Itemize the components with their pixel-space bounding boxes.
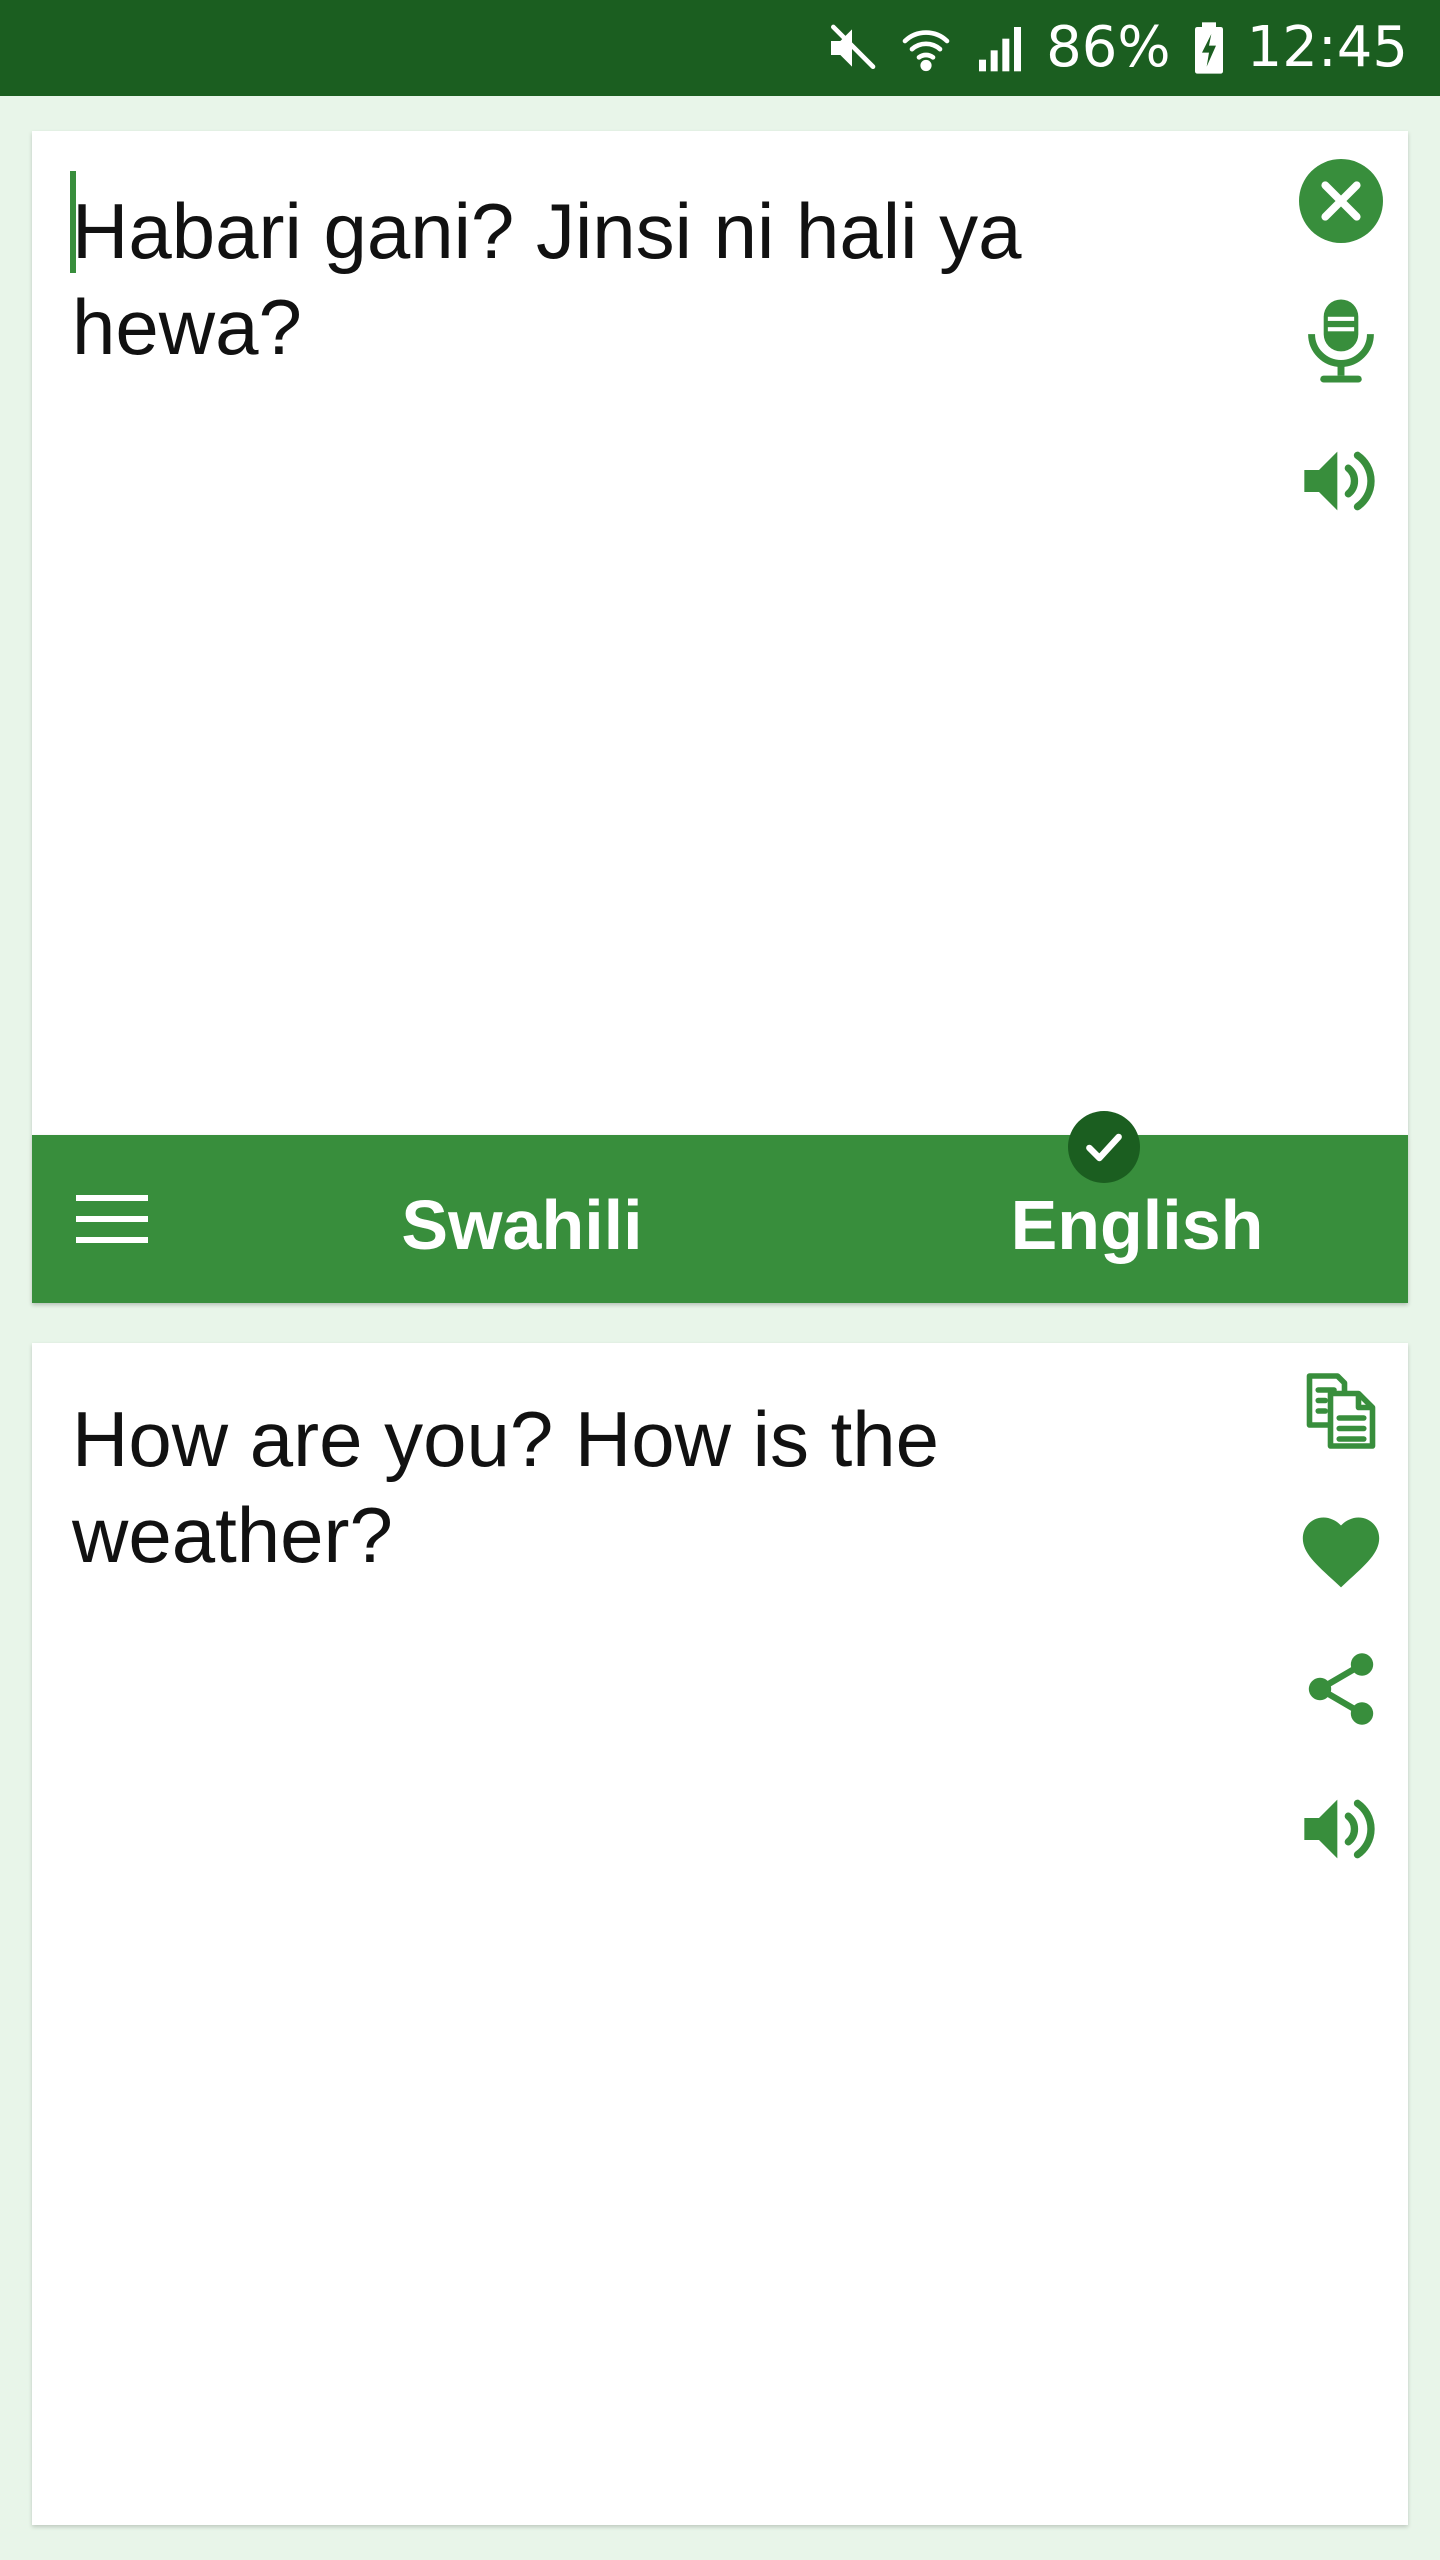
check-icon [1068, 1111, 1140, 1183]
translation-card: How are you? How is the weather? [32, 1343, 1408, 2525]
source-language-button[interactable]: Swahili [332, 1185, 712, 1265]
battery-percent: 86% [1046, 15, 1171, 80]
signal-icon [972, 20, 1028, 76]
target-language-button[interactable]: English [912, 1185, 1362, 1265]
favorite-heart-icon[interactable] [1293, 1503, 1389, 1599]
source-text-input[interactable]: Habari gani? Jinsi ni hali ya hewa? [72, 183, 1192, 375]
copy-icon[interactable] [1293, 1363, 1389, 1459]
menu-icon[interactable] [72, 1183, 152, 1255]
speaker-icon[interactable] [1293, 433, 1389, 529]
wifi-icon [898, 20, 954, 76]
battery-charging-icon [1189, 20, 1229, 76]
source-input-card[interactable]: Habari gani? Jinsi ni hali ya hewa? [32, 131, 1408, 1135]
status-bar: 86% 12:45 [0, 0, 1440, 96]
share-icon[interactable] [1293, 1641, 1389, 1737]
clear-icon[interactable] [1293, 153, 1389, 249]
mute-icon [824, 20, 880, 76]
microphone-icon[interactable] [1293, 293, 1389, 389]
speaker-icon[interactable] [1293, 1781, 1389, 1877]
clock: 12:45 [1246, 15, 1408, 80]
translation-text: How are you? How is the weather? [72, 1395, 940, 1579]
language-bar: Swahili English [32, 1111, 1408, 1303]
